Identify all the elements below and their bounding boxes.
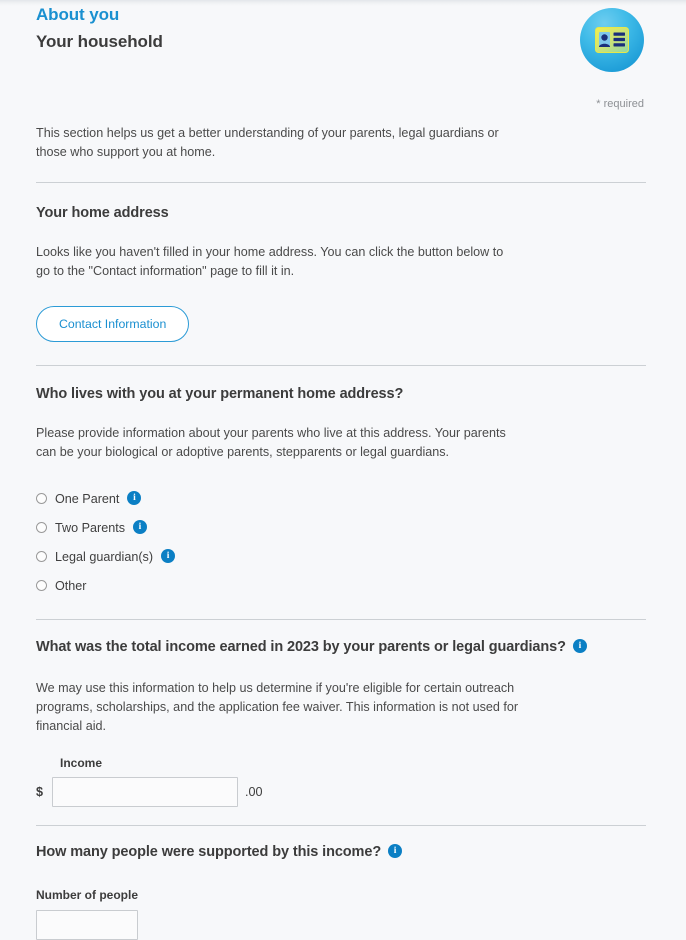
radio-mark[interactable] bbox=[36, 580, 47, 591]
income-help-text: We may use this information to help us d… bbox=[36, 681, 519, 733]
who-lives-help-text: Please provide information about your pa… bbox=[36, 426, 506, 459]
supported-people-heading: How many people were supported by this i… bbox=[36, 842, 666, 862]
radio-label: Other bbox=[55, 578, 87, 593]
info-icon[interactable]: i bbox=[572, 639, 587, 653]
who-lives-heading: Who lives with you at your permanent hom… bbox=[36, 384, 666, 404]
radio-mark[interactable] bbox=[36, 551, 47, 562]
info-icon[interactable]: i bbox=[161, 548, 176, 563]
info-icon[interactable]: i bbox=[127, 490, 142, 505]
income-field-label: Income bbox=[60, 756, 103, 770]
income-input[interactable] bbox=[52, 777, 238, 807]
info-icon[interactable]: i bbox=[388, 844, 403, 858]
divider-after-intro bbox=[36, 182, 646, 183]
household-form-page: About you Your household * required This… bbox=[0, 0, 686, 940]
income-heading: What was the total income earned in 2023… bbox=[36, 637, 666, 657]
radio-option-two-parents[interactable]: Two Parents i bbox=[36, 513, 666, 542]
currency-symbol: $ bbox=[36, 785, 44, 799]
radio-mark[interactable] bbox=[36, 522, 47, 533]
divider-after-income bbox=[36, 825, 646, 826]
home-address-heading: Your home address bbox=[36, 205, 169, 221]
radio-option-legal-guardians[interactable]: Legal guardian(s) i bbox=[36, 542, 666, 571]
income-heading-text: What was the total income earned in 2023… bbox=[36, 639, 566, 655]
number-of-people-input[interactable] bbox=[36, 910, 138, 940]
page-header: About you Your household * required bbox=[36, 0, 666, 110]
who-lives-radio-group[interactable]: One Parent i Two Parents i Legal guardia… bbox=[36, 484, 666, 600]
id-card-icon bbox=[580, 8, 644, 72]
divider-after-address bbox=[36, 365, 646, 366]
radio-label: Legal guardian(s) bbox=[55, 549, 154, 564]
section-eyebrow: About you bbox=[36, 5, 120, 24]
contact-information-button[interactable]: Contact Information bbox=[36, 306, 190, 342]
page-title: Your household bbox=[36, 32, 163, 51]
number-of-people-label: Number of people bbox=[36, 888, 139, 902]
radio-label: One Parent bbox=[55, 491, 120, 506]
home-address-text: Looks like you haven't filled in your ho… bbox=[36, 245, 504, 278]
radio-option-other[interactable]: Other bbox=[36, 571, 666, 600]
divider-after-who-lives bbox=[36, 619, 646, 620]
intro-text: This section helps us get a better under… bbox=[36, 126, 499, 159]
radio-mark[interactable] bbox=[36, 493, 47, 504]
required-note: * required bbox=[596, 98, 644, 110]
decimal-suffix: .00 bbox=[245, 785, 263, 799]
radio-option-one-parent[interactable]: One Parent i bbox=[36, 484, 666, 513]
who-lives-heading-text: Who lives with you at your permanent hom… bbox=[36, 386, 404, 402]
income-field-row: $ .00 bbox=[36, 777, 666, 807]
supported-people-heading-text: How many people were supported by this i… bbox=[36, 844, 382, 860]
info-icon[interactable]: i bbox=[133, 519, 147, 534]
radio-label: Two Parents bbox=[55, 520, 125, 535]
